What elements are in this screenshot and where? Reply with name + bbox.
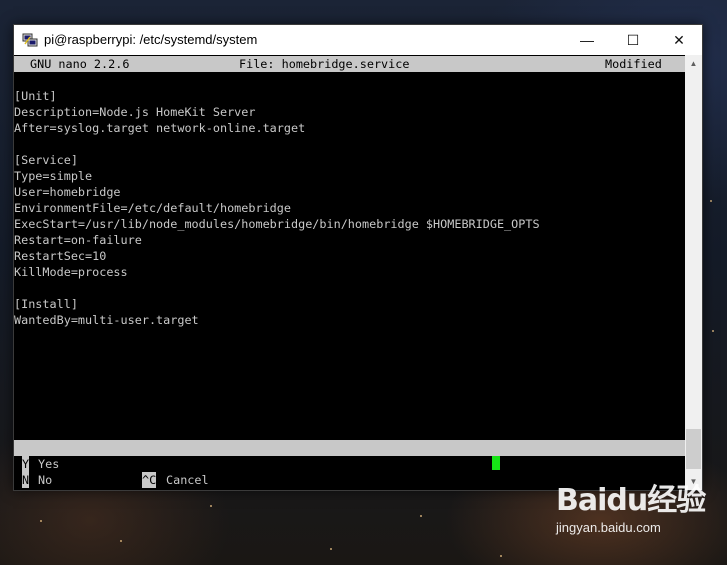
background-star — [120, 540, 122, 542]
file-line: Description=Node.js HomeKit Server — [14, 105, 256, 119]
background-star — [210, 505, 212, 507]
file-line: WantedBy=multi-user.target — [14, 313, 199, 327]
background-star — [712, 330, 714, 332]
background-star — [40, 520, 42, 522]
putty-icon — [22, 33, 38, 47]
option-cancel-label[interactable]: Cancel — [166, 472, 209, 488]
file-line: RestartSec=10 — [14, 249, 107, 263]
baidu-watermark: Baidu经验 jingyan.baidu.com — [556, 483, 706, 536]
nano-version: GNU nano 2.2.6 — [30, 57, 130, 71]
minimize-icon: — — [580, 32, 594, 48]
option-cancel-key[interactable]: ^C — [142, 472, 157, 488]
terminal-area[interactable]: GNU nano 2.2.6 File: homebridge.service … — [14, 55, 687, 490]
baidu-logo: Baidu经验 — [556, 483, 706, 518]
maximize-icon: ☐ — [626, 31, 640, 48]
background-star — [500, 555, 502, 557]
file-line: [Install] — [14, 297, 78, 311]
option-yes[interactable]: Y Yes — [14, 456, 687, 472]
option-yes-key: Y — [22, 456, 30, 472]
save-prompt: Save modified buffer (ANSWERING "No" WIL… — [14, 440, 687, 471]
option-no-label[interactable]: No — [38, 472, 52, 488]
nano-header: GNU nano 2.2.6 File: homebridge.service … — [14, 56, 687, 72]
scrollbar-thumb[interactable] — [686, 429, 701, 469]
background-star — [710, 200, 712, 202]
close-icon: ✕ — [673, 31, 685, 48]
baidu-url: jingyan.baidu.com — [556, 520, 661, 535]
option-yes-label: Yes — [38, 457, 60, 471]
file-line: [Unit] — [14, 89, 57, 103]
window-title: pi@raspberrypi: /etc/systemd/system — [44, 32, 258, 47]
background-star — [330, 548, 332, 550]
background-star — [420, 515, 422, 517]
file-line: After=syslog.target network-online.targe… — [14, 121, 306, 135]
minimize-button[interactable]: — — [564, 25, 610, 55]
file-line: KillMode=process — [14, 265, 128, 279]
close-button[interactable]: ✕ — [656, 25, 702, 55]
file-line: Restart=on-failure — [14, 233, 142, 247]
nano-modified-status: Modified — [605, 57, 662, 71]
option-no-key[interactable]: N — [22, 472, 30, 488]
terminal-window: pi@raspberrypi: /etc/systemd/system — ☐ … — [13, 24, 703, 491]
scroll-up-arrow-icon[interactable]: ▲ — [685, 55, 702, 72]
file-line: Type=simple — [14, 169, 93, 183]
file-line: ExecStart=/usr/lib/node_modules/homebrid… — [14, 217, 540, 231]
vertical-scrollbar[interactable]: ▲ ▼ — [685, 55, 702, 490]
file-line: EnvironmentFile=/etc/default/homebridge — [14, 201, 291, 215]
file-line: [Service] — [14, 153, 78, 167]
file-line: User=homebridge — [14, 185, 121, 199]
maximize-button[interactable]: ☐ — [610, 25, 656, 55]
title-bar[interactable]: pi@raspberrypi: /etc/systemd/system — ☐ … — [14, 25, 702, 55]
nano-filename: File: homebridge.service — [239, 57, 410, 71]
